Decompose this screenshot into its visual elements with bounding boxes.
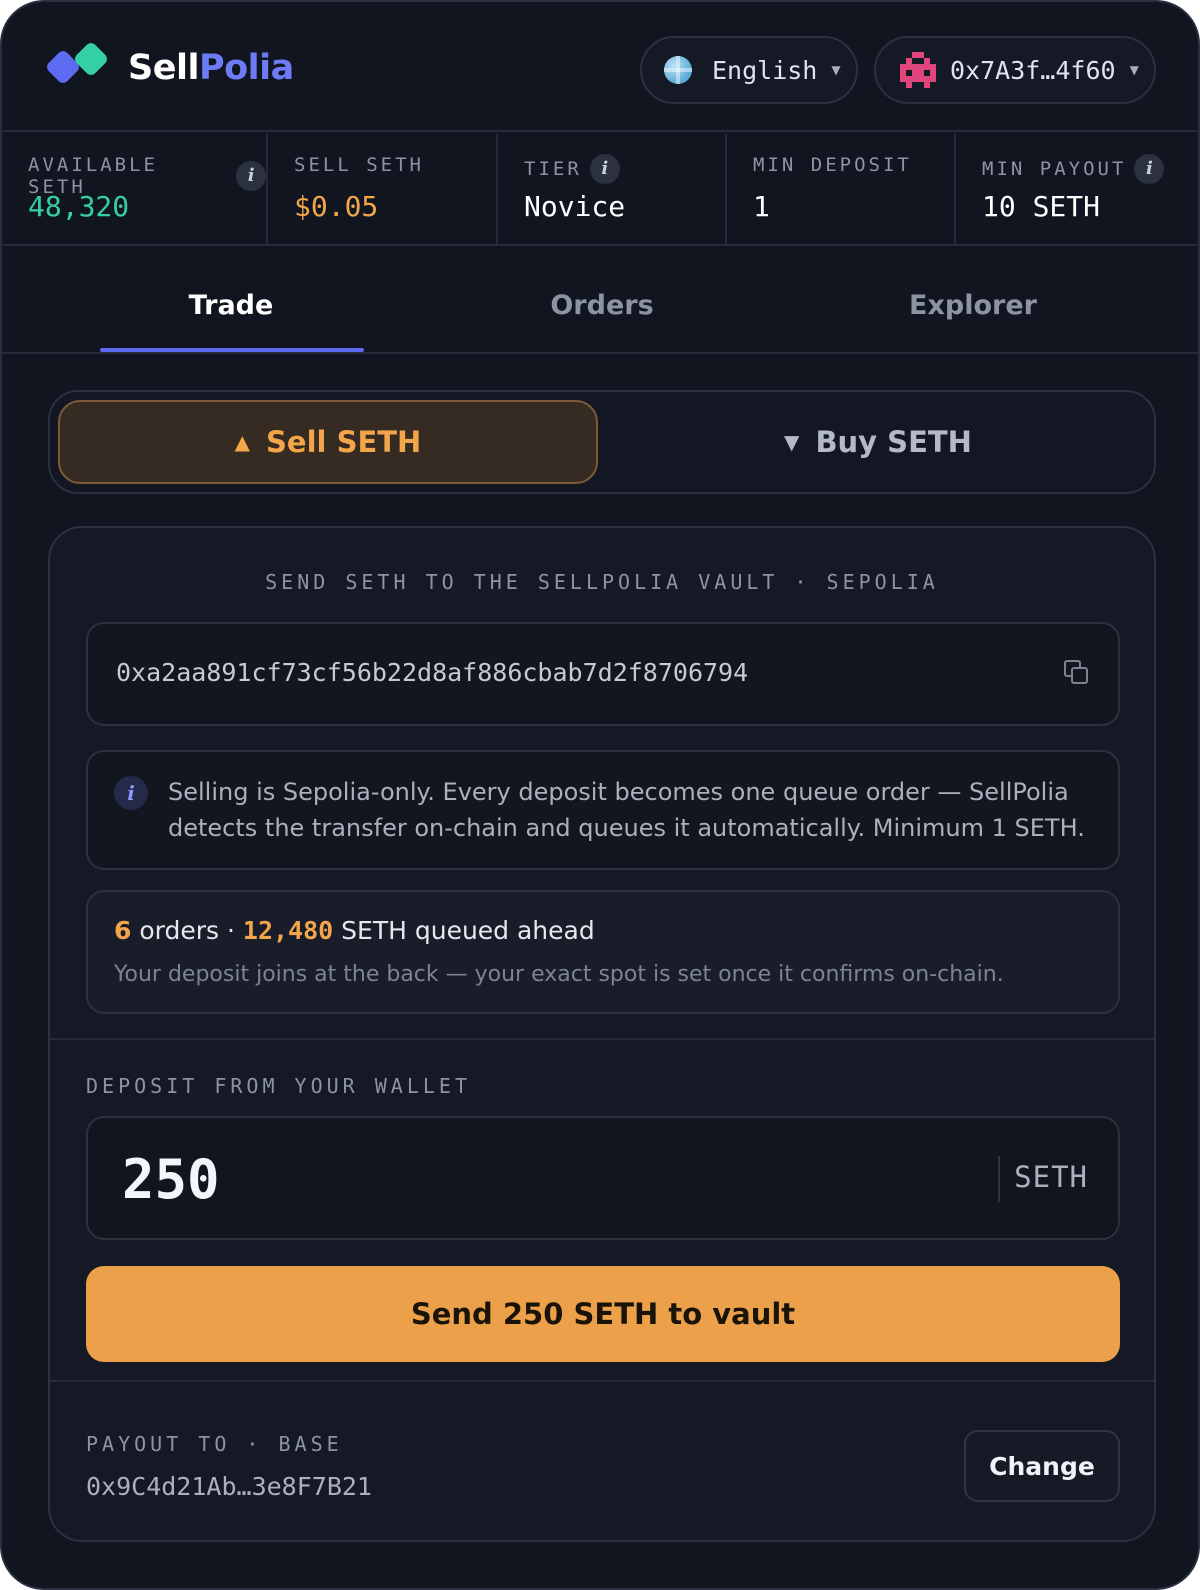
change-payout-button[interactable]: Change: [964, 1430, 1120, 1502]
unit-separator: [998, 1156, 1000, 1202]
info-icon[interactable]: i: [1134, 154, 1165, 184]
active-tab-indicator: [100, 348, 364, 352]
stat-min-deposit: MIN DEPOSIT 1: [727, 134, 956, 244]
sell-label: Sell SETH: [266, 425, 422, 459]
stat-min-payout: MIN PAYOUT i 10 SETH: [956, 134, 1198, 244]
deposit-amount-value: 250: [122, 1148, 220, 1211]
info-icon: i: [114, 776, 148, 810]
stat-sell-seth: SELL SETH $0.05: [268, 134, 498, 244]
header: SellPolia English ▼ 0x7A3f…4f60 ▼: [2, 2, 1198, 132]
stat-value: 1: [753, 190, 770, 223]
globe-icon: [664, 56, 692, 84]
info-note: i Selling is Sepolia-only. Every deposit…: [86, 750, 1120, 870]
vault-address: 0xa2aa891cf73cf56b22d8af886cbab7d2f87067…: [116, 658, 749, 687]
divider: [50, 1380, 1154, 1382]
stat-value: $0.05: [294, 190, 379, 223]
sell-panel: SEND SETH TO THE SELLPOLIA VAULT · SEPOL…: [48, 526, 1156, 1542]
payout-address: 0x9C4d21Ab…3e8F7B21: [86, 1472, 372, 1501]
vault-address-field[interactable]: 0xa2aa891cf73cf56b22d8af886cbab7d2f87067…: [86, 622, 1120, 726]
brand-name[interactable]: SellPolia: [128, 48, 294, 88]
stat-tier: TIER i Novice: [498, 134, 727, 244]
app-window: SellPolia English ▼ 0x7A3f…4f60 ▼ AVAILA…: [0, 0, 1200, 1590]
chevron-down-icon: ▼: [1129, 63, 1139, 77]
stat-label: MIN PAYOUT: [982, 158, 1127, 180]
wallet-button[interactable]: 0x7A3f…4f60 ▼: [874, 36, 1156, 104]
stat-value: 10 SETH: [982, 190, 1101, 223]
stat-label: SELL SETH: [294, 154, 424, 176]
buy-label: Buy SETH: [815, 425, 972, 459]
language-selector[interactable]: English ▼: [640, 36, 858, 104]
info-icon[interactable]: i: [589, 154, 620, 184]
triangle-up-icon: ▲: [234, 430, 251, 454]
queue-amount-suffix: SETH queued ahead: [341, 916, 595, 945]
trade-direction-toggle: ▲ Sell SETH ▼ Buy SETH: [48, 390, 1156, 494]
wallet-address: 0x7A3f…4f60: [950, 55, 1116, 85]
pixel-avatar-icon: [900, 52, 936, 88]
tab-explorer[interactable]: Explorer: [909, 290, 1037, 321]
queue-line: 6 orders · 12,480 SETH queued ahead: [114, 916, 595, 945]
stat-available-seth: AVAILABLE SETH i 48,320: [2, 134, 268, 244]
deposit-amount-input[interactable]: 250 SETH: [86, 1116, 1120, 1240]
copy-icon[interactable]: [1064, 660, 1090, 686]
buy-seth-button[interactable]: ▼ Buy SETH: [610, 400, 1146, 484]
vault-section-title: SEND SETH TO THE SELLPOLIA VAULT · SEPOL…: [265, 570, 939, 594]
info-note-text: Selling is Sepolia-only. Every deposit b…: [168, 778, 1085, 842]
logo-icon[interactable]: [44, 40, 110, 88]
queue-subtext: Your deposit joins at the back — your ex…: [114, 962, 1004, 987]
brand-part-1: Sell: [128, 48, 199, 88]
queue-orders-count: 6: [114, 916, 132, 945]
tab-bar: Trade Orders Explorer: [2, 246, 1198, 354]
stat-label: TIER: [524, 158, 582, 180]
stats-bar: AVAILABLE SETH i 48,320 SELL SETH $0.05 T…: [2, 134, 1198, 246]
chevron-down-icon: ▼: [831, 63, 841, 77]
brand-part-2: Polia: [198, 48, 294, 88]
language-label: English: [712, 55, 818, 85]
deposit-label: DEPOSIT FROM YOUR WALLET: [86, 1074, 471, 1098]
sell-seth-button[interactable]: ▲ Sell SETH: [58, 400, 598, 484]
tab-orders[interactable]: Orders: [550, 290, 653, 321]
divider: [50, 1038, 1154, 1040]
queue-orders-word: orders ·: [139, 916, 235, 945]
tab-trade[interactable]: Trade: [189, 290, 274, 321]
stat-value: 48,320: [28, 190, 130, 223]
payout-label: PAYOUT TO · BASE: [86, 1432, 343, 1456]
deposit-unit: SETH: [1014, 1160, 1088, 1194]
stat-label: MIN DEPOSIT: [753, 154, 912, 176]
triangle-down-icon: ▼: [784, 430, 800, 454]
info-icon[interactable]: i: [236, 161, 266, 191]
queue-summary: 6 orders · 12,480 SETH queued ahead Your…: [86, 890, 1120, 1014]
send-to-vault-button[interactable]: Send 250 SETH to vault: [86, 1266, 1120, 1362]
stat-value: Novice: [524, 190, 626, 223]
queue-amount: 12,480: [242, 916, 334, 945]
